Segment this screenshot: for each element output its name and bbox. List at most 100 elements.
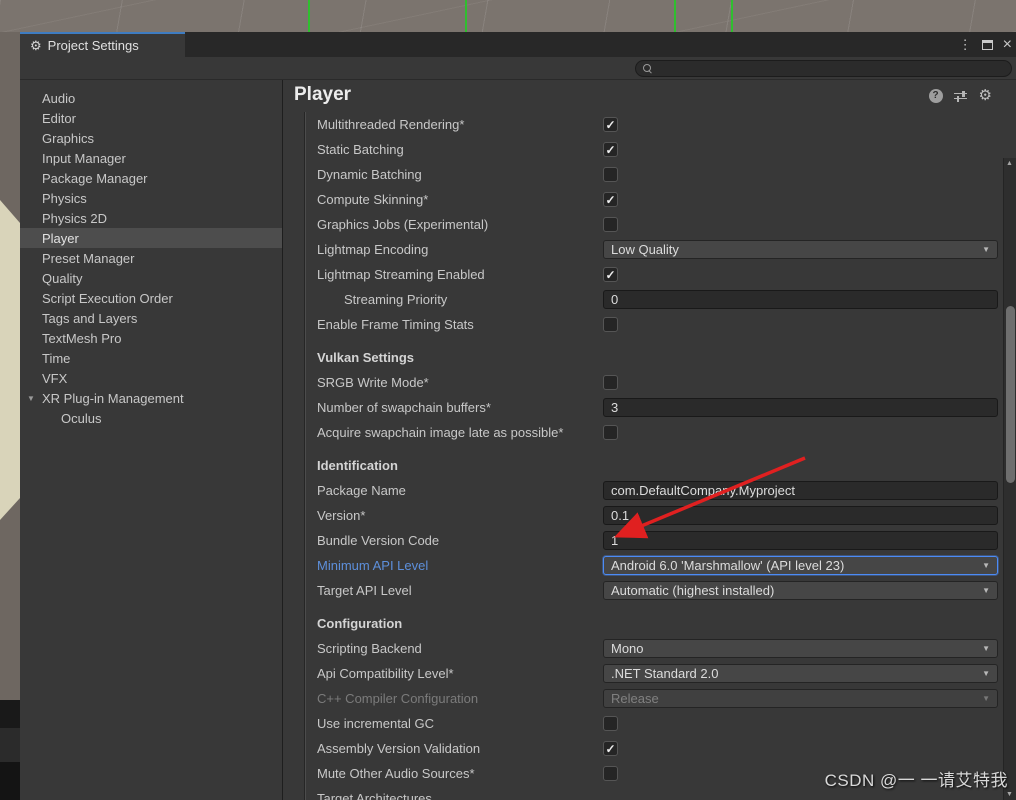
checkmark-icon: ✓ [605,142,616,157]
search-input[interactable] [635,60,1012,77]
settings-gear-icon: ⚙ [30,38,42,53]
dropdown-value: Low Quality [611,242,679,257]
setting-control-area [603,317,1016,332]
checkbox-graphics-jobs-experimental[interactable] [603,217,618,232]
sidebar-item-label: Editor [42,110,76,126]
field-value: com.DefaultCompany.Myproject [611,483,795,498]
dropdown-value: Android 6.0 'Marshmallow' (API level 23) [611,558,845,573]
checkbox-static-batching[interactable]: ✓ [603,142,618,157]
setting-control-area: .NET Standard 2.0 ▼ [603,664,1016,683]
sidebar-item-package-manager[interactable]: Package Manager [20,168,282,188]
sidebar-item-input-manager[interactable]: Input Manager [20,148,282,168]
row-multithreaded-rendering: Multithreaded Rendering* ✓ [283,112,1016,137]
gear-icon[interactable]: ⚙ [979,88,992,103]
setting-control-area [603,425,1016,440]
field-value: 0.1 [611,508,630,523]
search-icon [643,63,653,74]
sidebar-item-physics[interactable]: Physics [20,188,282,208]
scroll-up-icon[interactable]: ▲ [1006,160,1013,167]
setting-control-area: ✓ [603,267,1016,282]
sidebar-item-editor[interactable]: Editor [20,108,282,128]
scene-gray-band [0,728,20,762]
checkbox-assembly-version-validation[interactable]: ✓ [603,741,618,756]
row-target-api-level: Target API Level Automatic (highest insta… [283,578,1016,603]
sidebar-item-oculus[interactable]: Oculus [20,408,282,428]
checkbox-dynamic-batching[interactable] [603,167,618,182]
preset-icon[interactable] [953,90,968,102]
foldout-arrow-icon[interactable]: ▼ [27,394,35,403]
dropdown-target-api-level[interactable]: Automatic (highest installed) ▼ [603,581,998,600]
row-static-batching: Static Batching ✓ [283,137,1016,162]
row-assembly-version-validation: Assembly Version Validation ✓ [283,736,1016,761]
setting-control-area: ✓ [603,142,1016,157]
setting-label: Package Name [317,483,406,498]
checkmark-icon: ✓ [605,267,616,282]
row-c-compiler-configuration: C++ Compiler Configuration Release ▼ [283,686,1016,711]
window-menu-icon[interactable]: ⋮ [959,38,972,51]
row-acquire-swapchain-image-late-as-possible: Acquire swapchain image late as possible… [283,420,1016,445]
text-field-streaming-priority[interactable]: 0 [603,290,998,309]
setting-control-area: 3 [603,398,1016,417]
sidebar-item-label: VFX [42,370,68,386]
checkbox-acquire-swapchain-image-late-as-possible[interactable] [603,425,618,440]
sidebar-item-label: Graphics [42,130,95,146]
sidebar-item-tags-and-layers[interactable]: Tags and Layers [20,308,282,328]
sidebar-item-audio[interactable]: Audio [20,88,282,108]
checkbox-mute-other-audio-sources[interactable] [603,766,618,781]
dropdown-value: Mono [611,641,644,656]
dropdown-lightmap-encoding[interactable]: Low Quality ▼ [603,240,998,259]
row-graphics-jobs-experimental: Graphics Jobs (Experimental) [283,212,1016,237]
sidebar-item-script-execution-order[interactable]: Script Execution Order [20,288,282,308]
sidebar-item-quality[interactable]: Quality [20,268,282,288]
setting-control-area: ✓ [603,741,1016,756]
scrollbar-thumb[interactable] [1006,306,1015,483]
tab-project-settings[interactable]: ⚙ Project Settings [20,32,185,57]
checkbox-lightmap-streaming-enabled[interactable]: ✓ [603,267,618,282]
setting-label: Lightmap Streaming Enabled [317,267,485,282]
dropdown-value: .NET Standard 2.0 [611,666,719,681]
setting-label: Scripting Backend [317,641,422,656]
vertical-scrollbar[interactable]: ▲ ▼ [1003,158,1016,800]
setting-label: Mute Other Audio Sources* [317,766,475,781]
text-field-package-name[interactable]: com.DefaultCompany.Myproject [603,481,998,500]
setting-label: Enable Frame Timing Stats [317,317,474,332]
sidebar-item-preset-manager[interactable]: Preset Manager [20,248,282,268]
csdn-watermark: CSDN @一 一请艾特我 [824,771,1008,790]
help-icon[interactable]: ? [928,88,943,103]
chevron-down-icon: ▼ [982,586,990,595]
setting-label: Acquire swapchain image late as possible… [317,425,564,440]
scene-green-line [731,0,733,32]
checkbox-srgb-write-mode[interactable] [603,375,618,390]
text-field-bundle-version-code[interactable]: 1 [603,531,998,550]
sidebar-item-physics-2d[interactable]: Physics 2D [20,208,282,228]
setting-label: Assembly Version Validation [317,741,481,756]
setting-control-area: Automatic (highest installed) ▼ [603,581,1016,600]
close-icon[interactable]: × [1003,36,1012,53]
setting-control-area: com.DefaultCompany.Myproject [603,481,1016,500]
setting-label: Multithreaded Rendering* [317,117,465,132]
dropdown-scripting-backend[interactable]: Mono ▼ [603,639,998,658]
sidebar-item-player[interactable]: Player [20,228,282,248]
sidebar-item-vfx[interactable]: VFX [20,368,282,388]
checkbox-compute-skinning[interactable]: ✓ [603,192,618,207]
scene-dark-band [0,700,20,728]
checkbox-use-incremental-gc[interactable] [603,716,618,731]
checkbox-enable-frame-timing-stats[interactable] [603,317,618,332]
sidebar-item-label: Quality [42,270,83,286]
setting-label: Static Batching [317,142,404,157]
text-field-number-of-swapchain-buffers[interactable]: 3 [603,398,998,417]
sidebar-item-time[interactable]: Time [20,348,282,368]
scroll-down-icon[interactable]: ▼ [1006,791,1013,798]
text-field-version[interactable]: 0.1 [603,506,998,525]
dropdown-api-compatibility-level[interactable]: .NET Standard 2.0 ▼ [603,664,998,683]
group-indent-line [304,112,306,800]
maximize-icon[interactable] [981,39,993,50]
sidebar-item-label: Tags and Layers [42,310,138,326]
dropdown-minimum-api-level[interactable]: Android 6.0 'Marshmallow' (API level 23)… [603,556,998,575]
checkbox-multithreaded-rendering[interactable]: ✓ [603,117,618,132]
setting-label: Number of swapchain buffers* [317,400,491,415]
sidebar-item-graphics[interactable]: Graphics [20,128,282,148]
sidebar-item-xr-plug-in-management[interactable]: ▼ XR Plug-in Management [20,388,282,408]
row-vulkan-settings: Vulkan Settings [283,345,1016,370]
sidebar-item-textmesh-pro[interactable]: TextMesh Pro [20,328,282,348]
